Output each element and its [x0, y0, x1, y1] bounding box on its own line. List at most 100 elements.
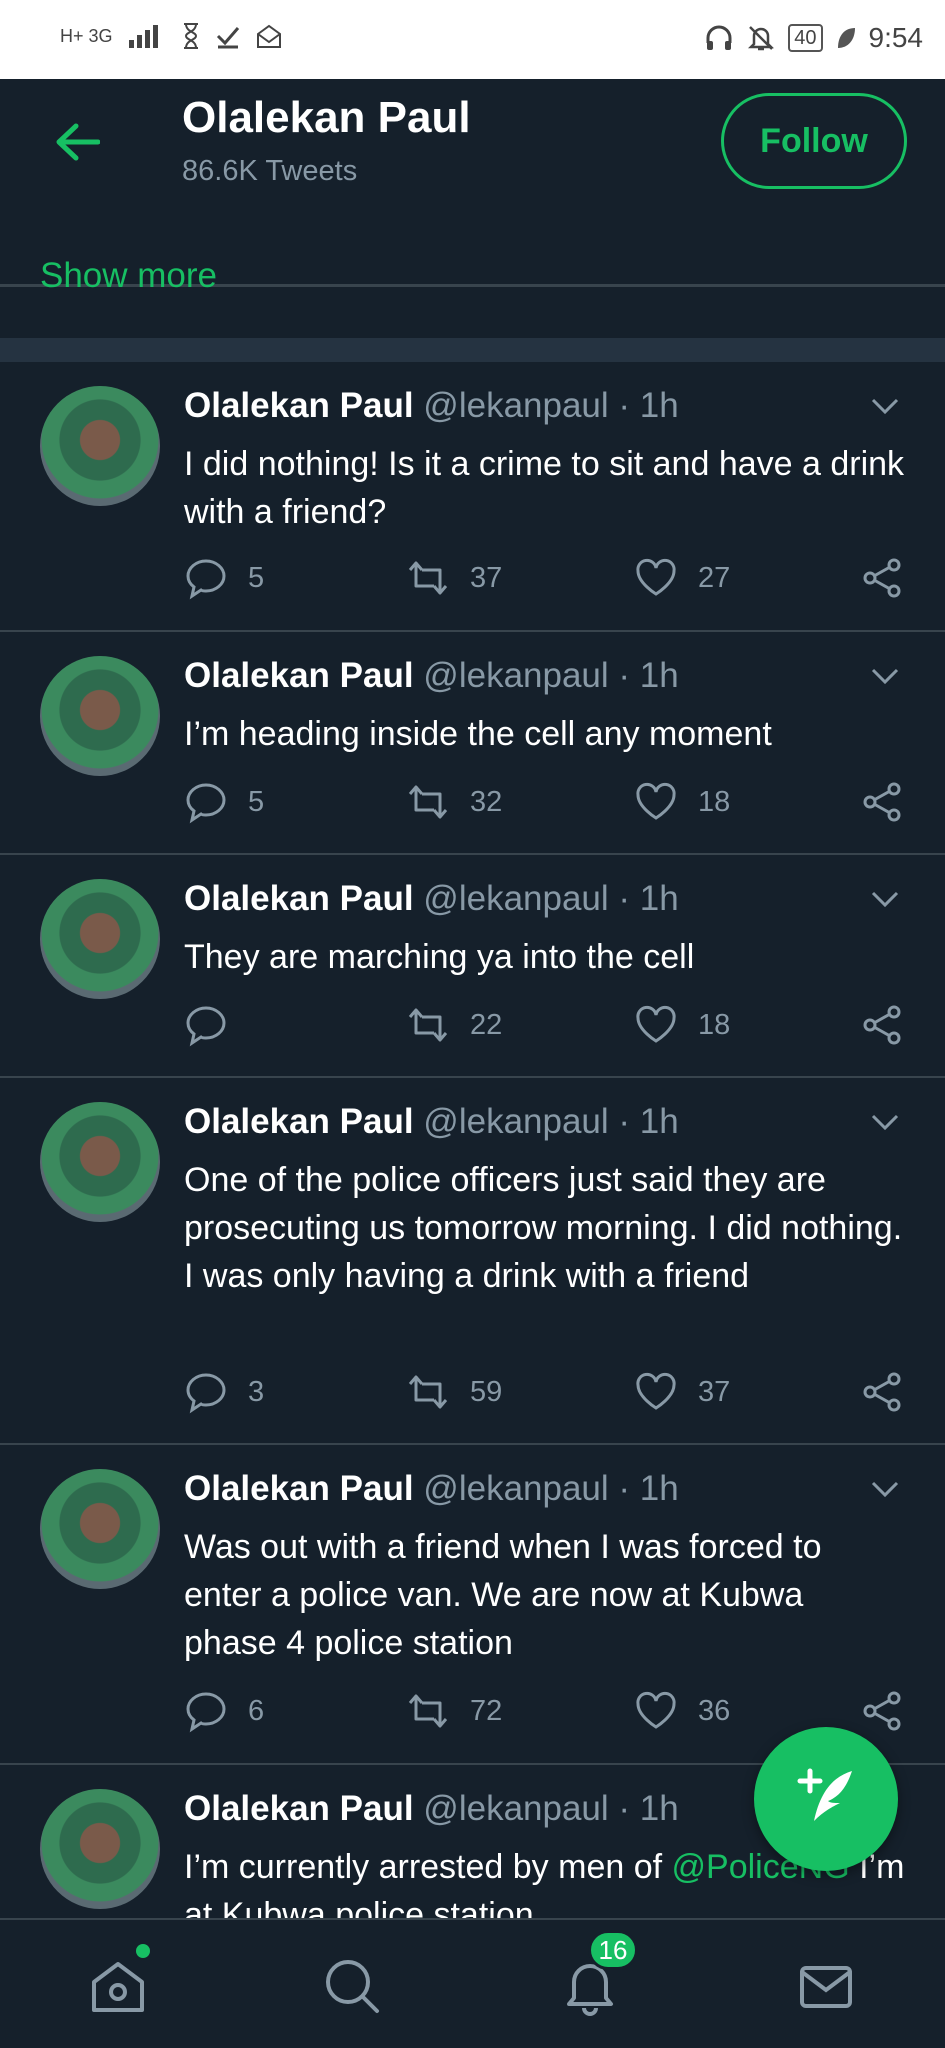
like-button[interactable]: 27 — [634, 556, 730, 600]
bottom-navigation: 16 — [0, 1918, 945, 2048]
retweet-icon — [408, 1694, 448, 1728]
retweet-button[interactable]: 72 — [406, 1689, 502, 1733]
retweet-count: 72 — [470, 1694, 503, 1727]
share-button[interactable] — [860, 1003, 904, 1047]
tweet-author-name: Olalekan Paul — [184, 656, 414, 695]
share-button[interactable] — [860, 1689, 904, 1733]
tweet-actions: 5 37 27 — [184, 556, 905, 606]
tweet-handle: @lekanpaul · 1h — [423, 879, 679, 918]
heart-icon — [636, 1005, 676, 1043]
tweet-handle: @lekanpaul · 1h — [423, 1102, 679, 1141]
retweet-button[interactable]: 32 — [406, 780, 502, 824]
new-content-dot — [136, 1944, 150, 1958]
notifications-badge: 16 — [588, 1930, 638, 1970]
back-button[interactable] — [50, 115, 104, 169]
tweet-text: One of the police officers just said the… — [184, 1161, 903, 1295]
share-button[interactable] — [860, 780, 904, 824]
chevron-down-icon[interactable] — [867, 388, 903, 424]
tweet-header: Olalekan Paul @lekanpaul · 1h — [184, 386, 679, 426]
like-button[interactable]: 18 — [634, 1003, 730, 1047]
chevron-down-icon[interactable] — [867, 658, 903, 694]
headphones-icon — [706, 25, 732, 50]
chevron-down-icon[interactable] — [867, 1104, 903, 1140]
compose-tweet-button[interactable] — [754, 1727, 898, 1871]
tweet-handle: @lekanpaul · 1h — [423, 1469, 679, 1508]
retweet-button[interactable]: 59 — [406, 1370, 502, 1414]
tweet[interactable]: Olalekan Paul @lekanpaul · 1h They are m… — [0, 855, 945, 1078]
heart-icon — [636, 558, 676, 596]
speech-bubble-icon — [186, 559, 226, 600]
reply-count: 3 — [248, 1375, 265, 1408]
share-icon — [863, 1372, 901, 1412]
speech-bubble-icon — [186, 1373, 226, 1414]
nav-search[interactable] — [322, 1956, 382, 2016]
home-icon — [92, 1962, 144, 2012]
like-count: 27 — [698, 561, 731, 594]
tweet-handle: @lekanpaul · 1h — [423, 656, 679, 695]
like-count: 36 — [698, 1694, 731, 1727]
show-more-link[interactable]: Show more — [40, 256, 217, 296]
follow-button[interactable]: Follow — [721, 93, 907, 189]
speech-bubble-icon — [186, 1006, 226, 1047]
avatar[interactable] — [40, 1469, 160, 1589]
avatar[interactable] — [40, 386, 160, 506]
tweet-actions: 6 72 36 — [184, 1689, 905, 1739]
tweet-header: Olalekan Paul @lekanpaul · 1h — [184, 1102, 679, 1142]
profile-header: Olalekan Paul 86.6K Tweets Follow — [0, 79, 945, 287]
avatar[interactable] — [40, 656, 160, 776]
chevron-down-icon[interactable] — [867, 1471, 903, 1507]
retweet-icon — [408, 561, 448, 595]
reply-button[interactable]: 6 — [184, 1689, 264, 1733]
retweet-count: 22 — [470, 1008, 503, 1041]
retweet-button[interactable]: 22 — [406, 1003, 502, 1047]
signal-indicators: H+ 3G — [60, 22, 283, 50]
retweet-count: 32 — [470, 785, 503, 818]
like-button[interactable]: 18 — [634, 780, 730, 824]
bell-muted-icon — [748, 26, 775, 51]
retweet-icon — [408, 785, 448, 819]
leaf-icon — [837, 28, 855, 48]
share-button[interactable] — [860, 556, 904, 600]
reply-button[interactable] — [184, 1003, 248, 1047]
reply-button[interactable]: 5 — [184, 556, 264, 600]
tweet-author-name: Olalekan Paul — [184, 386, 414, 425]
share-icon — [863, 1005, 901, 1045]
signal-icon — [128, 25, 158, 48]
reply-count: 5 — [248, 561, 265, 594]
tweet[interactable]: Olalekan Paul @lekanpaul · 1h One of the… — [0, 1078, 945, 1445]
status-bar: H+ 3G 40 9:54 — [0, 0, 945, 79]
tweet-author-name: Olalekan Paul — [184, 1789, 414, 1828]
battery-indicator: 40 — [788, 24, 823, 52]
retweet-button[interactable]: 37 — [406, 556, 502, 600]
avatar[interactable] — [40, 1789, 160, 1909]
nav-home[interactable] — [88, 1944, 150, 2016]
nav-notifications[interactable]: 16 — [560, 1930, 638, 2016]
tweet[interactable]: Olalekan Paul @lekanpaul · 1h I did noth… — [0, 362, 945, 632]
like-button[interactable]: 36 — [634, 1689, 730, 1733]
tweet-handle: @lekanpaul · 1h — [423, 1789, 679, 1828]
like-button[interactable]: 37 — [634, 1370, 730, 1414]
retweet-icon — [408, 1375, 448, 1409]
section-divider — [0, 338, 945, 362]
tweet[interactable]: Olalekan Paul @lekanpaul · 1h Was out wi… — [0, 1445, 945, 1765]
reply-button[interactable]: 5 — [184, 780, 264, 824]
profile-name: Olalekan Paul — [182, 93, 471, 142]
tweet-text: I did nothing! Is it a crime to sit and … — [184, 445, 905, 531]
tweet-header: Olalekan Paul @lekanpaul · 1h — [184, 879, 679, 919]
like-count: 18 — [698, 1008, 731, 1041]
network-type: H+ 3G — [60, 25, 113, 46]
avatar[interactable] — [40, 1102, 160, 1222]
nav-messages[interactable] — [796, 1956, 856, 2016]
reply-button[interactable]: 3 — [184, 1370, 264, 1414]
chevron-down-icon[interactable] — [867, 881, 903, 917]
reply-count: 5 — [248, 785, 265, 818]
tweet[interactable]: Olalekan Paul @lekanpaul · 1h I’m headin… — [0, 632, 945, 855]
share-button[interactable] — [860, 1370, 904, 1414]
speech-bubble-icon — [186, 783, 226, 824]
avatar[interactable] — [40, 879, 160, 999]
heart-icon — [636, 782, 676, 820]
tweet-actions: 3 59 37 — [184, 1370, 905, 1420]
retweet-count: 37 — [470, 561, 503, 594]
check-icon — [216, 27, 239, 49]
tweet-header: Olalekan Paul @lekanpaul · 1h — [184, 656, 679, 696]
